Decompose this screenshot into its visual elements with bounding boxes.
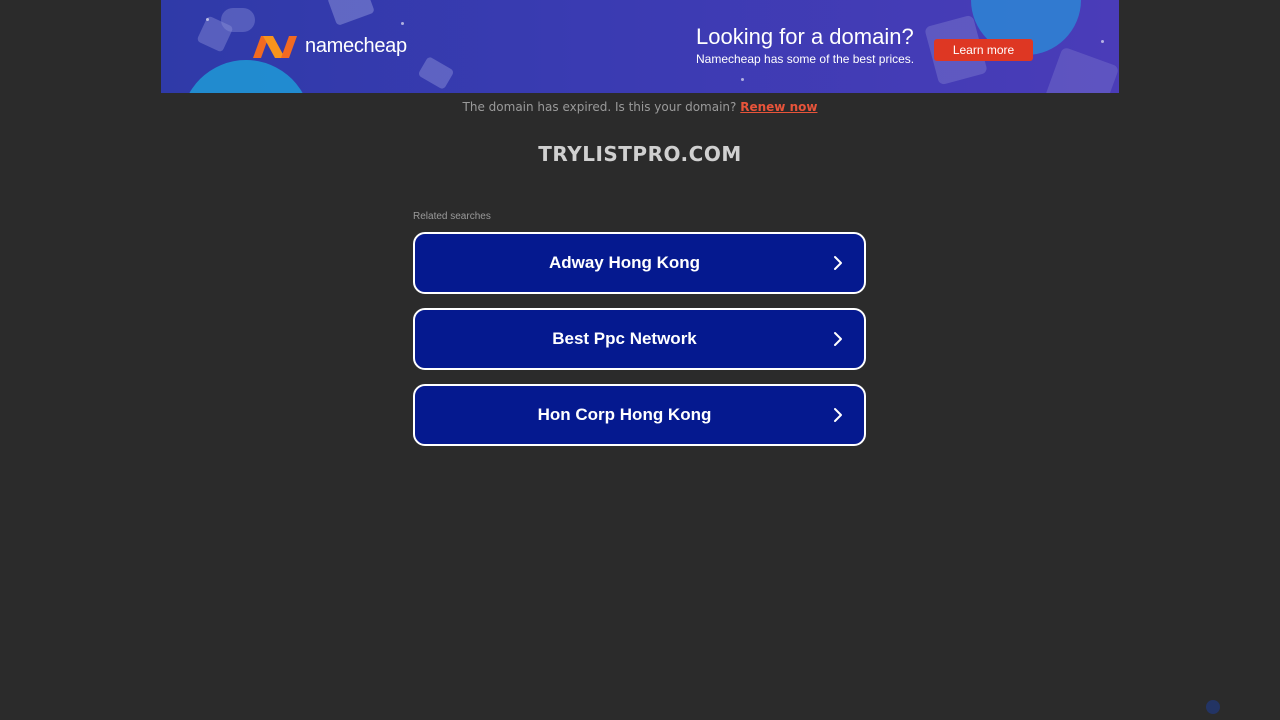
banner-decoration [417, 55, 455, 91]
related-search-hon-corp-hong-kong[interactable]: Hon Corp Hong Kong [413, 384, 866, 446]
chevron-right-icon [834, 256, 842, 270]
related-searches-label: Related searches [413, 211, 491, 222]
privacy-badge-icon[interactable] [1206, 700, 1220, 714]
domain-title: TRYLISTPRO.COM [538, 142, 742, 166]
chevron-right-icon [834, 408, 842, 422]
expired-text: The domain has expired. Is this your dom… [462, 100, 737, 114]
banner-decoration [1042, 46, 1119, 93]
namecheap-logo[interactable]: namecheap [251, 32, 407, 60]
banner-decoration [206, 18, 209, 21]
promo-subtitle: Namecheap has some of the best prices. [696, 52, 915, 66]
banner-decoration [1101, 40, 1104, 43]
promo-title: Looking for a domain? [696, 24, 914, 49]
banner-decoration [327, 0, 375, 26]
related-searches-list: Adway Hong Kong Best Ppc Network Hon Cor… [413, 232, 866, 460]
namecheap-wordmark: namecheap [305, 34, 407, 57]
chevron-right-icon [834, 332, 842, 346]
banner-decoration [741, 78, 744, 81]
renew-now-link[interactable]: Renew now [740, 100, 817, 114]
related-search-label: Best Ppc Network [552, 329, 697, 348]
domain-expired-notice: The domain has expired. Is this your dom… [0, 100, 1280, 114]
related-search-adway-hong-kong[interactable]: Adway Hong Kong [413, 232, 866, 294]
namecheap-logo-icon [253, 36, 297, 58]
learn-more-button[interactable]: Learn more [934, 39, 1033, 61]
namecheap-ad-banner[interactable]: namecheap Looking for a domain? Namechea… [161, 0, 1119, 93]
banner-decoration [181, 60, 311, 93]
related-search-label: Adway Hong Kong [548, 253, 701, 272]
related-search-label: Hon Corp Hong Kong [537, 405, 712, 424]
related-search-best-ppc-network[interactable]: Best Ppc Network [413, 308, 866, 370]
banner-decoration [401, 22, 404, 25]
